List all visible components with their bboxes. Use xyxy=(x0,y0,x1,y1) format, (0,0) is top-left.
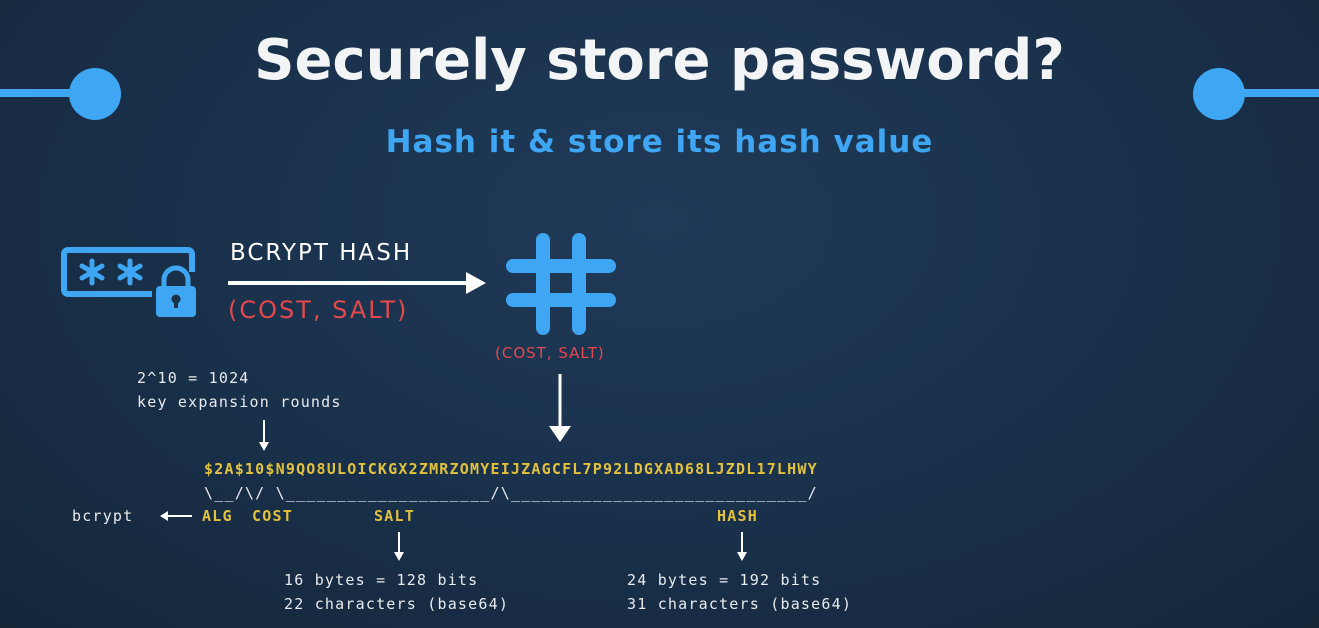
bcrypt-hash-string: $2A$10$N9QO8ULOICKGX2ZMRZOMYEIJZAGCFL7P9… xyxy=(204,460,818,478)
left-arrow-icon xyxy=(160,511,192,521)
small-down-arrow-icon xyxy=(259,420,269,451)
hash-down-arrow-icon xyxy=(737,532,747,561)
hash-cost-salt-label: (COST, SALT) xyxy=(495,344,605,362)
cost-salt-params: (COST, SALT) xyxy=(228,296,409,324)
password-field-with-lock-icon xyxy=(61,247,196,317)
alg-label: ALG xyxy=(202,507,233,525)
hash-info-line1: 24 bytes = 192 bits xyxy=(627,571,822,589)
cost-note-line1: 2^10 = 1024 xyxy=(137,369,250,387)
right-arrow-icon xyxy=(228,272,486,294)
cost-label: COST xyxy=(252,507,293,525)
hash-info-line2: 31 characters (base64) xyxy=(627,595,853,613)
hash-label: HASH xyxy=(717,507,758,525)
page-title: Securely store password? xyxy=(254,28,1065,93)
cost-note-line2: key expansion rounds xyxy=(137,393,342,411)
hash-part-braces: \__/\/ \____________________/\__________… xyxy=(204,484,818,502)
down-arrow-icon xyxy=(549,374,571,442)
salt-label: SALT xyxy=(374,507,415,525)
page-subtitle: Hash it & store its hash value xyxy=(385,124,934,160)
salt-info-line2: 22 characters (base64) xyxy=(284,595,510,613)
salt-info-line1: 16 bytes = 128 bits xyxy=(284,571,479,589)
bcrypt-hash-label: BCRYPT HASH xyxy=(230,240,413,266)
salt-down-arrow-icon xyxy=(394,532,404,561)
bcrypt-label: bcrypt xyxy=(72,507,134,525)
hash-symbol-icon xyxy=(506,233,616,335)
